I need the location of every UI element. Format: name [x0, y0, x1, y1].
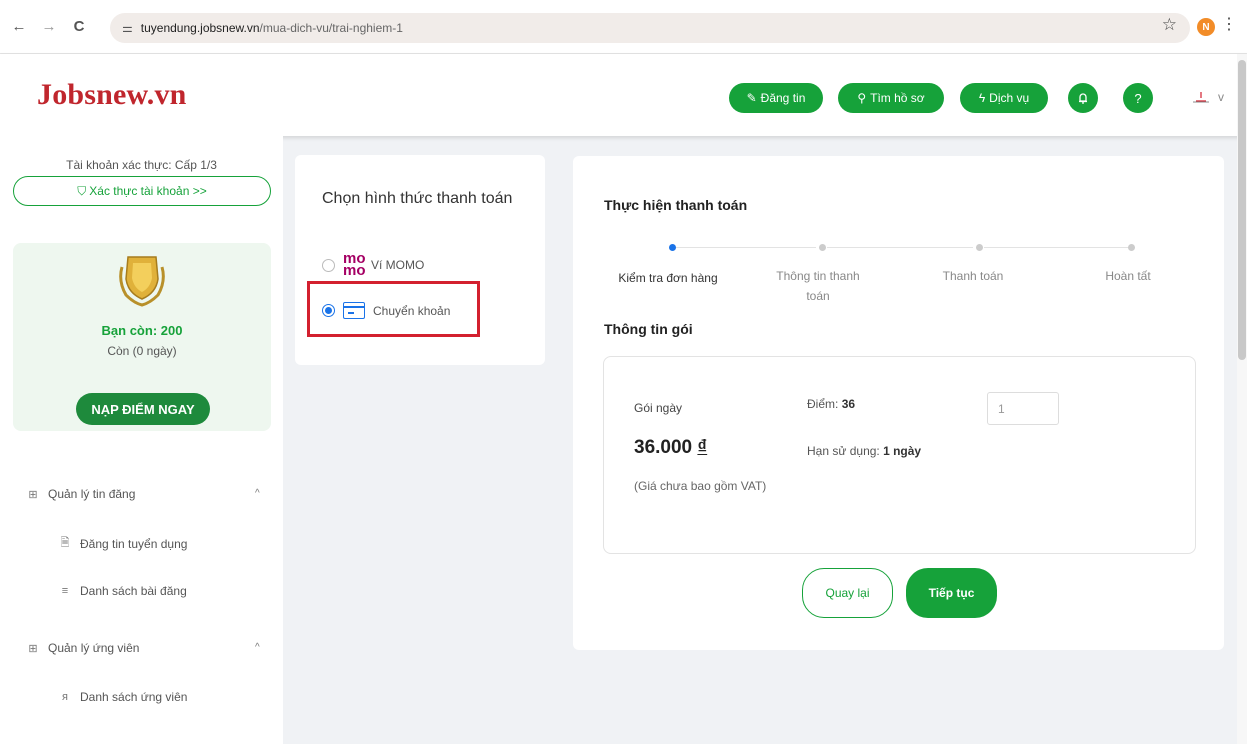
points-value: 36	[841, 397, 856, 411]
stepper-line	[984, 247, 1130, 248]
profile-avatar[interactable]: N	[1197, 18, 1215, 36]
chevron-up-icon[interactable]: ^	[255, 488, 260, 499]
url-path: /mua-dich-vu/trai-nghiem-1	[259, 21, 403, 35]
sidebar-item-post-job[interactable]: 🗎 Đăng tin tuyển dụng	[58, 534, 188, 553]
payment-option-label: Ví MOMO	[371, 258, 425, 272]
step-label-check-order: Kiểm tra đơn hàng	[618, 271, 718, 285]
package-vat-note: (Giá chưa bao gồm VAT)	[634, 479, 767, 493]
back-button[interactable]: Quay lại	[802, 568, 893, 618]
package-price-amount: 36.000	[634, 437, 693, 458]
package-expiry: Hạn sử dụng: 1 ngày	[807, 444, 921, 458]
momo-radio[interactable]	[322, 258, 335, 272]
site-info-icon[interactable]: ⚌	[122, 21, 133, 35]
person-icon: ᴙ	[62, 691, 68, 703]
package-points: Điểm: 36	[807, 397, 855, 411]
chevron-up-icon[interactable]: ^	[255, 642, 260, 653]
document-icon: 🗎	[60, 537, 70, 549]
sidebar-item-manage-posts[interactable]: ⊞ Quản lý tin đăng	[26, 487, 135, 501]
sidebar-item-label: Danh sách ứng viên	[80, 690, 188, 704]
browser-menu-icon[interactable]: ⋮	[1221, 14, 1237, 34]
browser-toolbar: ← → C ⚌ tuyendung.jobsnew.vn/mua-dich-vu…	[0, 0, 1247, 54]
shield-check-icon: ⛉	[77, 183, 87, 198]
post-job-button[interactable]: ✎ Đăng tin	[729, 83, 823, 113]
points-remaining-days: Còn (0 ngày)	[107, 344, 177, 358]
package-price-currency: ₫	[697, 437, 708, 458]
checkout-title: Thực hiện thanh toán	[604, 197, 748, 213]
step-dot-active	[669, 244, 676, 251]
checkout-panel: Thực hiện thanh toán Kiểm tra đơn hàng T…	[573, 156, 1224, 650]
sidebar-item-label: Đăng tin tuyển dụng	[80, 536, 188, 551]
package-name: Gói ngày	[634, 401, 683, 415]
notification-bell-button[interactable]	[1068, 83, 1098, 113]
bell-icon	[1079, 92, 1087, 104]
user-avatar-icon	[1193, 92, 1209, 103]
step-dot	[819, 244, 826, 251]
sidebar-item-label: Quản lý tin đăng	[48, 487, 136, 501]
help-button[interactable]: ?	[1123, 83, 1153, 113]
services-button[interactable]: ϟ Dịch vụ	[960, 83, 1048, 113]
expiry-value: 1 ngày	[883, 444, 922, 458]
edit-icon: ✎	[746, 91, 757, 105]
gold-badge-icon	[119, 256, 165, 307]
sidebar-item-candidate-list[interactable]: ᴙ Danh sách ứng viên	[58, 690, 187, 704]
sidebar-item-label: Danh sách bài đăng	[80, 584, 187, 598]
user-menu-caret: v	[1218, 90, 1224, 104]
bank-transfer-highlight	[307, 281, 480, 337]
lightning-icon: ϟ	[978, 91, 986, 105]
page-scrollbar-thumb[interactable]	[1238, 60, 1246, 360]
user-menu[interactable]: v	[1192, 90, 1224, 104]
stepper-line	[827, 247, 973, 248]
points-card: Bạn còn: 200 Còn (0 ngày) NẠP ĐIỂM NGAY	[13, 243, 271, 431]
find-cv-button[interactable]: ⚲ Tìm hồ sơ	[838, 83, 944, 113]
list-icon: ≡	[61, 585, 69, 597]
package-price: 36.000 ₫	[634, 437, 707, 459]
payment-option-momo[interactable]: mo mo Ví MOMO	[322, 250, 425, 279]
momo-logo: mo mo	[343, 250, 366, 279]
grid-icon: ⊞	[28, 488, 38, 501]
verify-account-button[interactable]: ⛉ Xác thực tài khoản >>	[13, 176, 271, 206]
site-header: Jobsnew.vn ✎ Đăng tin ⚲ Tìm hồ sơ ϟ Dịch…	[0, 54, 1247, 136]
step-label-payment: Thanh toán	[942, 269, 1004, 283]
package-card: Gói ngày 36.000 ₫ (Giá chưa bao gồm VAT)…	[603, 356, 1196, 554]
stepper-line	[676, 247, 816, 248]
sidebar-item-post-list[interactable]: ≡ Danh sách bài đăng	[58, 584, 187, 598]
verify-status: Tài khoản xác thực: Cấp 1/3	[66, 158, 217, 172]
bookmark-star-icon[interactable]: ☆	[1162, 15, 1177, 35]
forward-arrow-icon[interactable]: →	[38, 16, 60, 38]
step-dot	[976, 244, 983, 251]
package-section-title: Thông tin gói	[604, 321, 693, 337]
post-job-label: Đăng tin	[760, 91, 806, 105]
payment-method-title: Chọn hình thức thanh toán	[322, 190, 513, 207]
url-host: tuyendung.jobsnew.vn	[140, 21, 260, 35]
continue-button[interactable]: Tiếp tục	[906, 568, 997, 618]
site-logo[interactable]: Jobsnew.vn	[37, 78, 187, 112]
reload-icon[interactable]: C	[68, 16, 90, 38]
step-dot	[1128, 244, 1135, 251]
points-balance: Bạn còn: 200	[101, 323, 183, 338]
services-label: Dịch vụ	[989, 91, 1030, 105]
find-cv-label: Tìm hồ sơ	[870, 91, 925, 105]
expiry-label: Hạn sử dụng:	[807, 444, 880, 458]
step-label-payment-info: Thông tin thanh toán	[776, 269, 860, 303]
address-bar[interactable]: ⚌ tuyendung.jobsnew.vn/mua-dich-vu/trai-…	[110, 13, 1190, 43]
points-label: Điểm:	[807, 397, 839, 411]
topup-button[interactable]: NẠP ĐIỂM NGAY	[76, 393, 210, 425]
verify-account-label: Xác thực tài khoản >>	[89, 184, 207, 198]
search-icon: ⚲	[857, 91, 867, 105]
back-arrow-icon[interactable]: ←	[8, 16, 30, 38]
step-label-complete: Hoàn tất	[1105, 269, 1151, 283]
quantity-input[interactable]	[987, 392, 1059, 425]
grid-icon: ⊞	[28, 642, 38, 655]
sidebar-item-manage-candidates[interactable]: ⊞ Quản lý ứng viên	[26, 641, 139, 655]
sidebar-item-label: Quản lý ứng viên	[48, 641, 140, 655]
sidebar: Tài khoản xác thực: Cấp 1/3 ⛉ Xác thực t…	[0, 136, 283, 744]
